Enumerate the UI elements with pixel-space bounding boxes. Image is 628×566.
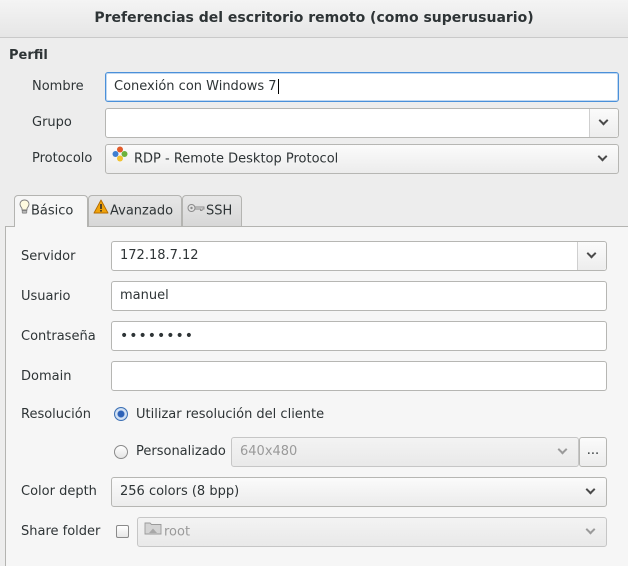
resolution-client-radio[interactable] bbox=[114, 407, 128, 421]
group-label: Grupo bbox=[32, 115, 72, 130]
lightbulb-icon bbox=[19, 196, 30, 226]
rdp-plugin-icon bbox=[112, 145, 128, 173]
color-depth-value: 256 colors (8 bpp) bbox=[120, 484, 240, 499]
folder-icon bbox=[144, 518, 162, 546]
tab-avanzado[interactable]: Avanzado bbox=[88, 195, 182, 226]
protocol-label: Protocolo bbox=[32, 151, 93, 166]
resolution-custom-label[interactable]: Personalizado bbox=[136, 444, 226, 459]
name-label: Nombre bbox=[32, 79, 84, 94]
password-label: Contraseña bbox=[21, 329, 96, 344]
resolution-more-button[interactable]: ... bbox=[579, 437, 607, 467]
name-input[interactable]: Conexión con Windows 7 bbox=[105, 72, 619, 102]
server-combo[interactable]: 172.18.7.12 bbox=[111, 241, 607, 271]
tab-basico[interactable]: Básico bbox=[14, 195, 88, 227]
window-title: Preferencias del escritorio remoto (como… bbox=[0, 0, 628, 38]
resolution-client-label[interactable]: Utilizar resolución del cliente bbox=[136, 407, 324, 422]
key-icon bbox=[187, 196, 205, 226]
group-combo[interactable] bbox=[105, 108, 619, 138]
password-input[interactable]: •••••••• bbox=[111, 321, 607, 351]
domain-input[interactable] bbox=[111, 361, 607, 391]
tab-avanzado-label: Avanzado bbox=[110, 203, 174, 219]
name-input-value: Conexión con Windows 7 bbox=[114, 79, 277, 94]
chevron-down-icon bbox=[585, 484, 596, 495]
share-folder-label: Share folder bbox=[21, 524, 101, 539]
tab-ssh[interactable]: SSH bbox=[182, 195, 242, 226]
warning-icon bbox=[93, 196, 109, 226]
group-dropdown-button[interactable] bbox=[589, 109, 618, 137]
resolution-custom-select[interactable]: 640x480 bbox=[231, 437, 579, 467]
color-depth-label: Color depth bbox=[21, 484, 97, 499]
server-dropdown-button[interactable] bbox=[577, 242, 606, 270]
domain-label: Domain bbox=[21, 369, 72, 384]
color-depth-select[interactable]: 256 colors (8 bpp) bbox=[111, 477, 607, 507]
chevron-down-icon bbox=[557, 444, 568, 455]
text-cursor bbox=[277, 79, 279, 94]
chevron-down-icon bbox=[597, 151, 608, 162]
protocol-select[interactable]: RDP - Remote Desktop Protocol bbox=[105, 144, 619, 174]
resolution-label: Resolución bbox=[21, 407, 91, 422]
tab-basico-label: Básico bbox=[31, 203, 74, 219]
user-label: Usuario bbox=[21, 289, 71, 304]
user-input[interactable]: manuel bbox=[111, 281, 607, 311]
chevron-down-icon bbox=[598, 115, 609, 126]
protocol-select-value: RDP - Remote Desktop Protocol bbox=[134, 151, 339, 167]
tab-ssh-label: SSH bbox=[206, 203, 233, 219]
chevron-down-icon bbox=[585, 524, 596, 535]
chevron-down-icon bbox=[586, 248, 597, 259]
share-folder-value: root bbox=[164, 524, 191, 540]
resolution-custom-value: 640x480 bbox=[240, 444, 298, 459]
basic-tab-panel bbox=[5, 226, 628, 566]
server-combo-value: 172.18.7.12 bbox=[120, 248, 199, 263]
server-label: Servidor bbox=[21, 249, 76, 264]
share-folder-select[interactable]: root bbox=[137, 517, 607, 547]
profile-section-title: Perfil bbox=[9, 48, 48, 63]
resolution-custom-radio[interactable] bbox=[114, 445, 128, 459]
share-folder-checkbox[interactable] bbox=[116, 525, 129, 538]
